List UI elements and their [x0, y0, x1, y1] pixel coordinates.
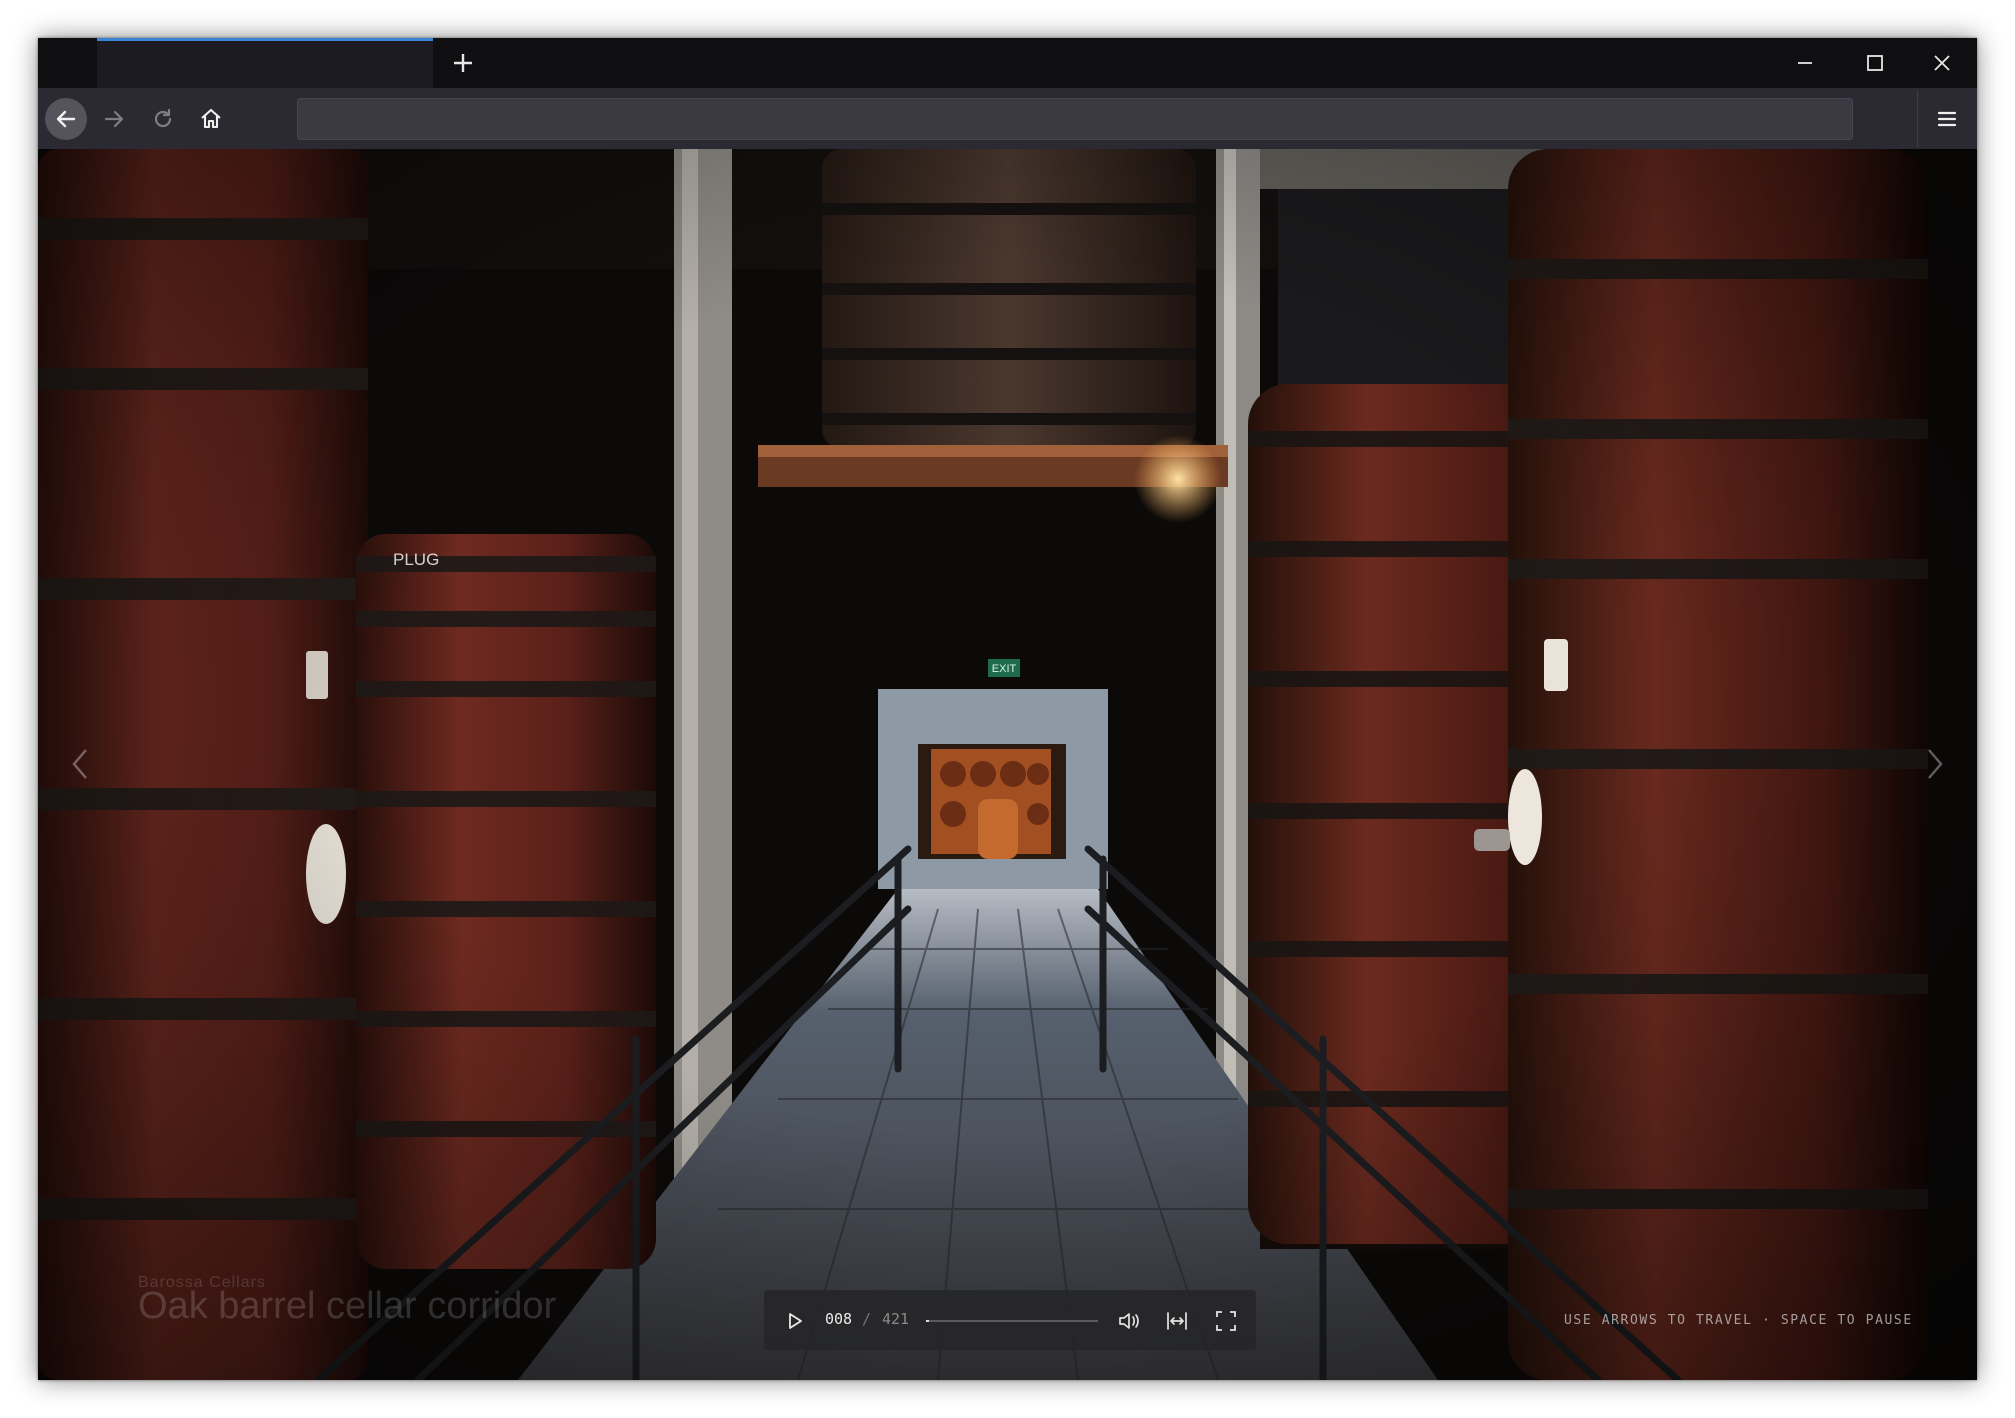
previous-image-button[interactable] [66, 744, 96, 784]
volume-icon [1119, 1313, 1139, 1329]
progress-track[interactable] [926, 1320, 1098, 1322]
plus-icon [454, 54, 472, 72]
next-image-button[interactable] [1919, 744, 1949, 784]
cellar-photo: EXIT PLUG [38, 149, 1977, 1380]
new-tab-button[interactable] [446, 46, 480, 80]
arrow-left-icon [56, 110, 76, 128]
minimize-button[interactable] [1785, 48, 1825, 78]
maximize-icon [1867, 55, 1883, 71]
navigation-toolbar [38, 88, 1977, 149]
volume-button[interactable] [1116, 1308, 1142, 1334]
fullscreen-icon [1216, 1311, 1236, 1331]
home-button[interactable] [190, 98, 232, 140]
tab-strip [38, 38, 1977, 88]
playback-controls: 008 / 421 [764, 1290, 1256, 1350]
minimize-icon [1798, 62, 1812, 64]
fit-width-icon [1167, 1312, 1187, 1330]
arrow-right-icon [104, 110, 124, 128]
address-bar[interactable] [297, 98, 1853, 140]
chevron-right-icon [1928, 749, 1943, 779]
hamburger-menu-icon [1937, 111, 1957, 127]
browser-window: EXIT PLUG Barossa Cellars Oak barrel cel… [38, 38, 1977, 1380]
barrel-plug-marking: PLUG [393, 550, 439, 569]
close-window-button[interactable] [1922, 48, 1962, 78]
fullscreen-button[interactable] [1213, 1308, 1239, 1334]
reload-button[interactable] [142, 98, 184, 140]
exit-sign: EXIT [992, 663, 1017, 675]
maximize-button[interactable] [1854, 48, 1894, 78]
keyboard-hint: USE ARROWS TO TRAVEL · SPACE TO PAUSE [1564, 1313, 1913, 1328]
play-icon [789, 1313, 802, 1329]
play-button[interactable] [784, 1310, 806, 1332]
progress-fill [926, 1320, 930, 1322]
forward-button[interactable] [93, 98, 135, 140]
chevron-left-icon [72, 749, 87, 779]
frame-separator: / [862, 1310, 872, 1328]
tab-active-indicator [97, 38, 433, 41]
toolbar-divider [1917, 90, 1918, 147]
current-frame: 008 [825, 1310, 853, 1328]
caption-title: Oak barrel cellar corridor [138, 1285, 557, 1327]
back-button[interactable] [45, 98, 87, 140]
tab-active[interactable] [97, 38, 433, 88]
viewer-stage[interactable]: EXIT PLUG Barossa Cellars Oak barrel cel… [38, 149, 1977, 1380]
app-menu-button[interactable] [1929, 102, 1965, 136]
close-icon [1934, 55, 1950, 71]
reload-icon [154, 108, 172, 128]
fit-width-button[interactable] [1164, 1308, 1190, 1334]
home-icon [201, 108, 221, 129]
total-frames: 421 [882, 1310, 910, 1328]
